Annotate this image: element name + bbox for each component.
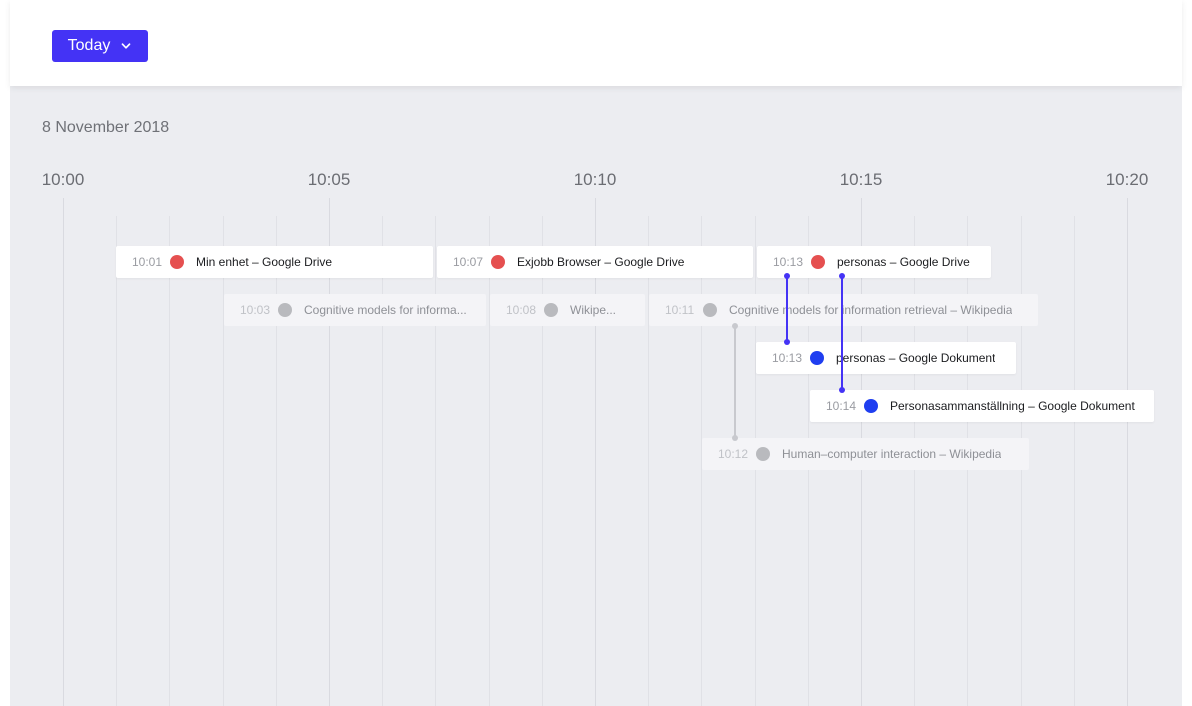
card-time: 10:08 [506,303,537,317]
time-tick-label: 10:15 [839,170,883,189]
history-card-wikipedia[interactable]: 10:11 Cognitive models for information r… [649,294,1038,326]
connector-node [839,387,845,393]
card-time: 10:11 [665,303,695,317]
card-title: personas – Google Drive [837,255,970,269]
today-dropdown-button[interactable]: Today [52,30,148,62]
card-title: personas – Google Dokument [836,351,996,365]
history-card-drive[interactable]: 10:01 Min enhet – Google Drive [116,246,433,278]
card-title: Cognitive models for information retriev… [729,303,1013,317]
history-connector [841,276,843,390]
wikipedia-dot-icon [278,303,292,317]
card-time: 10:14 [826,399,857,413]
history-card-wikipedia[interactable]: 10:03 Cognitive models for informa... [224,294,486,326]
history-card-wikipedia[interactable]: 10:08 Wikipe... [490,294,645,326]
major-grid-line [63,198,64,706]
time-tick-label: 10:05 [307,170,351,189]
history-card-wikipedia[interactable]: 10:12 Human–computer interaction – Wikip… [702,438,1029,470]
card-time: 10:03 [240,303,271,317]
history-connector [786,276,788,342]
time-tick-label: 10:20 [1105,170,1149,189]
history-card-drive[interactable]: 10:07 Exjobb Browser – Google Drive [437,246,753,278]
minor-grid-line [276,216,277,706]
card-title: Exjobb Browser – Google Drive [517,255,685,269]
minor-grid-line [542,216,543,706]
card-time: 10:13 [772,351,803,365]
connector-node [784,273,790,279]
history-card-drive[interactable]: 10:13 personas – Google Drive [757,246,991,278]
card-time: 10:01 [132,255,163,269]
card-title: Cognitive models for informa... [304,303,467,317]
minor-grid-line [489,216,490,706]
card-time: 10:07 [453,255,484,269]
time-tick-label: 10:00 [41,170,85,189]
google-drive-dot-icon [811,255,825,269]
minor-grid-line [169,216,170,706]
minor-grid-line [116,216,117,706]
card-title: Personasammanställning – Google Dokument [890,399,1135,413]
wikipedia-dot-icon [703,303,717,317]
google-drive-dot-icon [170,255,184,269]
chevron-down-icon [120,40,132,52]
time-tick-label: 10:10 [573,170,617,189]
history-card-docs[interactable]: 10:13 personas – Google Dokument [756,342,1016,374]
today-button-label: Today [67,37,111,54]
connector-node [784,339,790,345]
connector-node [839,273,845,279]
card-title: Human–computer interaction – Wikipedia [782,447,1002,461]
major-grid-line [1127,198,1128,706]
minor-grid-line [435,216,436,706]
wikipedia-dot-icon [756,447,770,461]
google-docs-dot-icon [864,399,878,413]
google-drive-dot-icon [491,255,505,269]
history-connector-faded [734,326,736,438]
history-card-docs[interactable]: 10:14 Personasammanställning – Google Do… [810,390,1154,422]
wikipedia-dot-icon [544,303,558,317]
card-title: Min enhet – Google Drive [196,255,333,269]
timeline-date: 8 November 2018 [42,119,170,136]
connector-node [732,323,738,329]
minor-grid-line [223,216,224,706]
card-time: 10:12 [718,447,749,461]
minor-grid-line [1074,216,1075,706]
card-time: 10:13 [773,255,804,269]
toolbar: Today [10,0,1182,86]
connector-node [732,435,738,441]
google-docs-dot-icon [810,351,824,365]
minor-grid-line [382,216,383,706]
minor-grid-line [648,216,649,706]
card-title: Wikipe... [570,303,617,317]
